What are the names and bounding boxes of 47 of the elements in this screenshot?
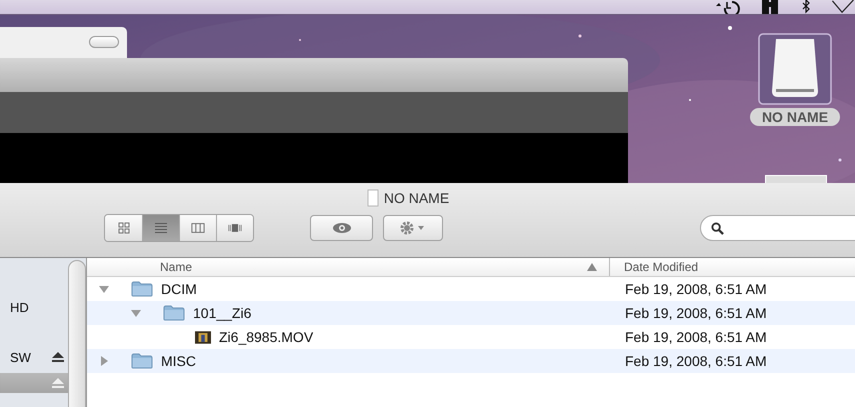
folder-icon — [131, 281, 153, 297]
column-header[interactable]: Date Modified — [610, 258, 698, 276]
bluetooth-icon[interactable] — [801, 0, 811, 14]
expanded-triangle-icon[interactable] — [131, 308, 141, 318]
window-title: NO NAME — [384, 190, 450, 206]
sidebar-item[interactable]: HD — [10, 300, 64, 314]
expanded-triangle-icon[interactable] — [99, 284, 109, 294]
movie-file-icon — [195, 330, 211, 344]
sidebar-row[interactable]: SW — [0, 347, 68, 367]
file-name[interactable]: Zi6_8985.MOV — [219, 329, 314, 345]
file-name[interactable]: 101__Zi6 — [193, 305, 252, 321]
date-modified: Feb 19, 2008, 6:51 AM — [624, 329, 767, 345]
view-switcher[interactable] — [104, 214, 254, 242]
icon-view-button[interactable] — [105, 215, 142, 241]
folder-icon — [163, 305, 185, 321]
column-view-button[interactable] — [179, 215, 216, 241]
drive-icon — [366, 189, 380, 207]
file-name[interactable]: MISC — [161, 353, 196, 369]
eye-icon — [332, 222, 352, 234]
sidebar-item[interactable]: SW — [10, 350, 52, 364]
columns-icon — [191, 222, 205, 234]
date-modified: Feb 19, 2008, 6:51 AM — [624, 353, 767, 369]
quick-look-button[interactable] — [310, 215, 373, 241]
desktop-icon-label: NO NAME — [750, 108, 840, 126]
list-view-button[interactable] — [142, 215, 179, 241]
search-field[interactable] — [700, 215, 855, 241]
folder-icon — [131, 353, 153, 369]
search-icon — [711, 222, 724, 234]
list-icon — [154, 222, 168, 234]
sidebar-row[interactable]: HD — [0, 297, 68, 317]
time-machine-icon[interactable] — [714, 0, 740, 14]
file-name[interactable]: DCIM — [161, 281, 197, 297]
column-header[interactable]: Name — [87, 258, 610, 276]
date-modified: Feb 19, 2008, 6:51 AM — [624, 305, 767, 321]
grid-icon — [116, 222, 130, 234]
date-modified: Feb 19, 2008, 6:51 AM — [624, 281, 767, 297]
scroll-bar[interactable] — [68, 260, 86, 407]
cover-flow-button[interactable] — [216, 215, 253, 241]
wifi-icon[interactable] — [830, 0, 855, 14]
gear-icon — [399, 220, 427, 236]
cover-flow-icon — [228, 222, 242, 234]
toolbar-toggle-button[interactable] — [89, 36, 119, 48]
collapsed-triangle-icon[interactable] — [99, 356, 109, 366]
eject-icon[interactable] — [52, 352, 64, 362]
action-menu-button[interactable] — [383, 215, 443, 241]
drive-icon[interactable] — [758, 33, 832, 105]
selected-sidebar-row[interactable] — [0, 373, 68, 393]
